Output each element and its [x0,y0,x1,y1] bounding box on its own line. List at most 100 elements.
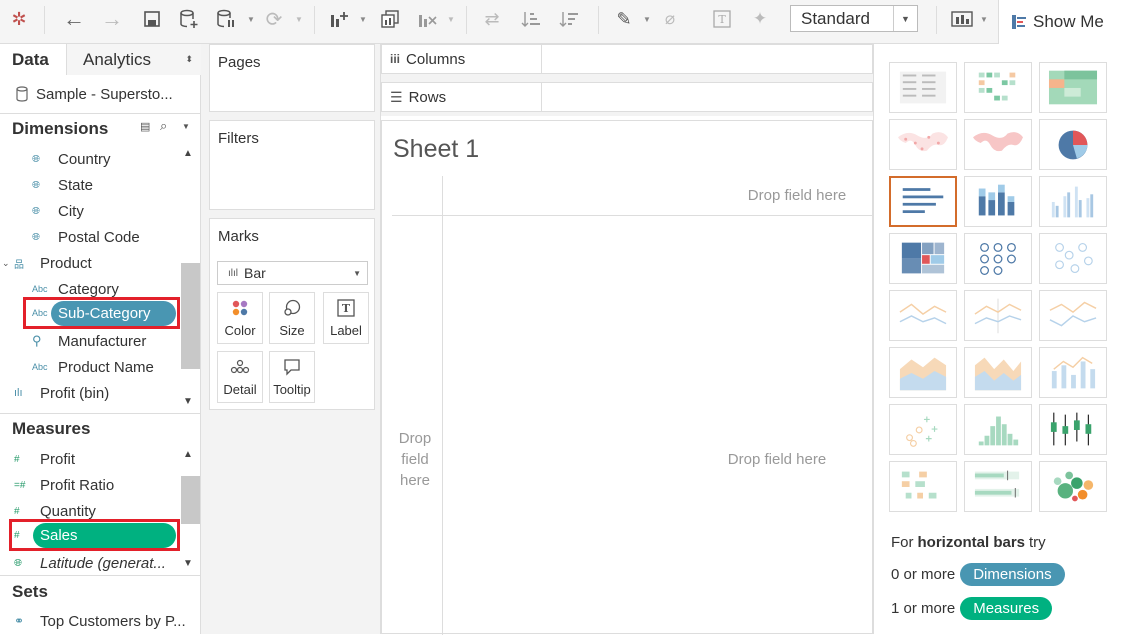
new-datasource-icon[interactable] [176,6,202,32]
size-button[interactable]: Size [269,292,315,344]
chart-histogram[interactable] [964,404,1032,455]
sort-ascending-icon[interactable] [518,6,544,32]
clear-sheet-icon[interactable] [414,6,440,32]
sheet-title[interactable]: Sheet 1 [393,135,479,164]
horizontal-bars-icon [902,188,944,214]
pause-dropdown-caret[interactable]: ▼ [244,6,258,32]
chart-heat-map[interactable] [964,62,1032,113]
tab-analytics[interactable]: Analytics ⬍ [67,44,201,75]
list-view-icon[interactable]: ▤ [140,120,150,133]
chart-filled-map[interactable] [964,119,1032,170]
chart-horizontal-bars[interactable] [889,176,957,227]
measures-scrollbar-thumb[interactable] [181,476,200,524]
swap-rows-columns-icon[interactable]: ⇄ [480,6,504,32]
lines-continuous-icon [899,303,947,325]
field-profit-bin[interactable]: ılı Profit (bin) [14,381,109,405]
field-country[interactable]: 🌐︎ Country [32,147,111,171]
field-profit-ratio[interactable]: =# Profit Ratio [14,473,114,497]
chart-treemap[interactable] [889,233,957,284]
pages-card[interactable]: Pages [209,44,375,112]
new-worksheet-icon[interactable] [326,6,352,32]
refresh-dropdown-caret[interactable]: ▼ [292,6,306,32]
dimensions-scrollbar-thumb[interactable] [181,263,200,369]
tab-arrows-icon[interactable]: ⬍ [185,54,193,65]
chart-scatter-plot[interactable] [889,404,957,455]
field-top-customers-set[interactable]: ⚭ Top Customers by P... [14,609,186,633]
redo-icon[interactable]: → [98,6,126,32]
datasource-item[interactable]: Sample - Supersto... [0,81,201,107]
sort-descending-icon[interactable] [556,6,582,32]
text-table-icon [899,71,947,104]
refresh-icon[interactable]: ⟳ [262,6,286,32]
search-icon[interactable]: ⌕ [160,118,167,134]
drop-zone-columns[interactable]: Drop field here [722,187,872,204]
tab-data[interactable]: Data [0,44,67,75]
chart-gantt[interactable] [889,461,957,512]
tooltip-button[interactable]: Tooltip [269,351,315,403]
undo-icon[interactable]: ← [60,6,88,32]
chart-dual-combination[interactable] [1039,347,1107,398]
show-me-button[interactable]: Show Me [998,0,1121,44]
sales-pill[interactable]: Sales [33,523,176,548]
presentation-mode-icon[interactable] [948,6,976,32]
scroll-down-arrow[interactable]: ▼ [183,558,193,569]
color-button[interactable]: Color [217,292,263,344]
sub-category-pill[interactable]: Sub-Category [51,301,176,326]
save-icon[interactable] [140,6,164,32]
globe-icon: 🌐︎ [14,557,22,569]
collapse-arrow-icon[interactable]: ⌄ [2,258,14,269]
field-product-name[interactable]: Abc Product Name [32,355,154,379]
histogram-icon [978,416,1019,446]
chart-stacked-bars[interactable] [964,176,1032,227]
drop-zone-rows[interactable]: Drop field here [394,428,436,491]
field-postal-code[interactable]: 🌐︎ Postal Code [32,225,140,249]
field-sales[interactable]: # [14,523,32,547]
drop-zone-view[interactable]: Drop field here [702,451,852,468]
mark-type-select[interactable]: ılıl Bar ▼ [217,261,368,285]
columns-shelf[interactable]: iii Columns [381,44,873,74]
scroll-down-arrow[interactable]: ▼ [183,396,193,407]
tableau-logo-icon[interactable]: ✲ [8,6,30,32]
scroll-up-arrow[interactable]: ▲ [183,148,193,159]
filters-card[interactable]: Filters [209,120,375,210]
field-manufacturer[interactable]: ⚲ Manufacturer [32,329,146,353]
chart-side-by-side-bars[interactable] [1039,176,1107,227]
chart-bullet-graph[interactable] [964,461,1032,512]
chart-circle-views[interactable] [964,233,1032,284]
detail-button[interactable]: Detail [217,351,263,403]
fix-axes-pin-icon[interactable]: ✦ [748,6,772,32]
rows-shelf[interactable]: ☰ Rows [381,82,873,112]
new-worksheet-caret[interactable]: ▼ [356,6,370,32]
highlight-caret[interactable]: ▼ [640,6,654,32]
chart-symbol-map[interactable] [889,119,957,170]
chart-lines-discrete[interactable] [964,290,1032,341]
field-latitude[interactable]: 🌐︎ Latitude (generat... [14,551,166,575]
field-sub-category[interactable]: Abc [32,301,50,325]
highlight-pen-icon[interactable]: ✎ [612,6,636,32]
view-size-select[interactable]: Standard ▼ [790,5,918,32]
field-profit[interactable]: # Profit [14,447,75,471]
chart-lines-continuous[interactable] [889,290,957,341]
label-button[interactable]: T Label [323,292,369,344]
chart-pie[interactable] [1039,119,1107,170]
chart-area-continuous[interactable] [889,347,957,398]
field-product-hierarchy[interactable]: ⌄ 品 Product [2,251,92,275]
chart-packed-bubbles[interactable] [1039,461,1107,512]
group-paperclip-icon[interactable]: ⌀ [658,6,682,32]
view-size-dropdown-icon[interactable]: ▼ [893,6,917,31]
chart-dual-lines[interactable] [1039,290,1107,341]
scroll-up-arrow[interactable]: ▲ [183,449,193,460]
field-state[interactable]: 🌐︎ State [32,173,93,197]
pause-updates-icon[interactable] [214,6,238,32]
duplicate-sheet-icon[interactable] [378,6,402,32]
field-city[interactable]: 🌐︎ City [32,199,84,223]
show-labels-icon[interactable]: T [710,6,734,32]
chart-area-discrete[interactable] [964,347,1032,398]
chart-highlight-table[interactable] [1039,62,1107,113]
clear-sheet-caret[interactable]: ▼ [444,6,458,32]
presentation-caret[interactable]: ▼ [978,6,990,32]
chart-side-by-side-circles[interactable] [1039,233,1107,284]
chart-text-table[interactable] [889,62,957,113]
chart-box-and-whisker[interactable] [1039,404,1107,455]
dimensions-menu-caret[interactable]: ▼ [182,122,190,131]
